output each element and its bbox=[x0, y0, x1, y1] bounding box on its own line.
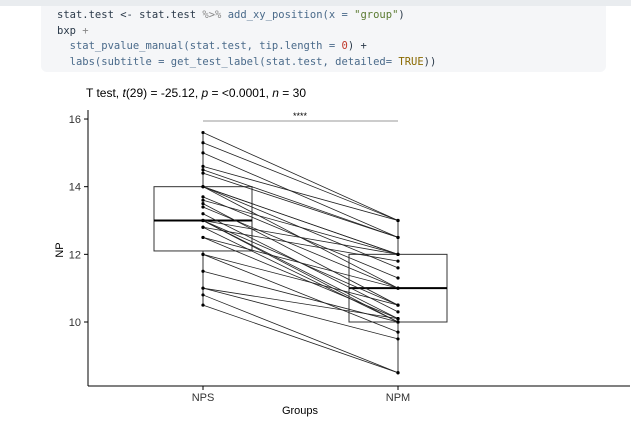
paired-line bbox=[202, 206, 399, 289]
point-NPS bbox=[201, 195, 205, 199]
plot: 10 12 14 16 NPS NPM Groups NP **** bbox=[54, 110, 630, 417]
paired-line bbox=[202, 287, 399, 340]
point-NPS bbox=[201, 269, 205, 273]
point-NPS bbox=[201, 252, 205, 256]
point-NPS bbox=[201, 141, 205, 145]
point-NPM bbox=[396, 286, 400, 290]
point-NPM bbox=[396, 276, 400, 280]
point-NPM bbox=[396, 303, 400, 307]
point-NPM bbox=[396, 320, 400, 324]
significance-label: **** bbox=[293, 111, 308, 121]
point-NPM bbox=[396, 337, 400, 341]
point-NPS bbox=[201, 218, 205, 223]
point-NPS bbox=[201, 205, 205, 209]
point-NPM bbox=[396, 310, 400, 314]
point-NPS bbox=[201, 212, 205, 216]
point-NPM bbox=[396, 252, 400, 256]
y-tick-label: 16 bbox=[69, 114, 81, 126]
x-tick-label: NPS bbox=[192, 392, 215, 404]
point-NPS bbox=[201, 164, 205, 168]
point-NPS bbox=[201, 201, 205, 206]
point-NPS bbox=[201, 293, 205, 297]
point-NPS bbox=[201, 225, 205, 229]
point-NPM bbox=[396, 330, 400, 334]
point-NPM bbox=[396, 259, 400, 263]
point-NPS bbox=[201, 151, 205, 155]
point-NPM bbox=[396, 218, 400, 223]
paired-line bbox=[202, 152, 399, 238]
paired-line bbox=[202, 132, 399, 221]
point-NPS bbox=[201, 171, 205, 175]
point-NPS bbox=[201, 286, 205, 290]
point-NPS bbox=[201, 303, 205, 307]
paired-line bbox=[202, 165, 399, 221]
y-tick-label: 10 bbox=[69, 317, 81, 329]
paired-line bbox=[202, 220, 399, 319]
point-NPM bbox=[396, 317, 400, 321]
point-NPM bbox=[396, 371, 400, 375]
point-NPS bbox=[201, 168, 205, 172]
y-tick-label: 14 bbox=[69, 182, 81, 194]
point-NPM bbox=[396, 235, 400, 240]
y-axis-title: NP bbox=[54, 242, 66, 257]
point-NPS bbox=[201, 130, 205, 135]
paired-line bbox=[202, 253, 399, 306]
x-tick-label: NPM bbox=[386, 392, 410, 404]
x-axis-title: Groups bbox=[282, 405, 319, 417]
point-NPS bbox=[201, 235, 205, 240]
y-tick-label: 12 bbox=[69, 249, 81, 261]
paired-line bbox=[202, 304, 399, 374]
paired-line bbox=[202, 237, 399, 289]
point-NPM bbox=[396, 266, 400, 270]
point-NPS bbox=[201, 198, 205, 202]
paired-line bbox=[202, 172, 399, 238]
point-NPS bbox=[201, 185, 205, 189]
paired-line bbox=[202, 226, 399, 323]
